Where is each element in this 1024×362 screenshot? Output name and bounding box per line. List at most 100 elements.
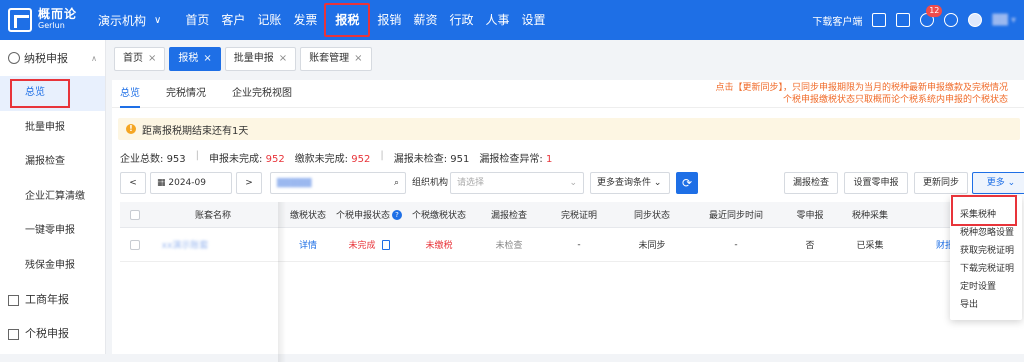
user-name[interactable]: ██ ▾ (992, 15, 1016, 26)
nav-payroll[interactable]: 薪资 (407, 6, 443, 34)
sidebar-section-annual-report[interactable]: 工商年报 (0, 283, 105, 317)
col-tax-collection: 税种采集 (851, 211, 888, 221)
stat-unfiled[interactable]: 952 (266, 154, 285, 165)
sync-button[interactable]: 更新同步 (914, 172, 968, 194)
org-select[interactable]: 请选择 ⌄ (450, 172, 584, 194)
col-sync-status: 同步状态 (633, 211, 670, 221)
stat-abnormal[interactable]: 1 (546, 154, 552, 165)
chevron-up-icon: ∧ (91, 53, 97, 63)
clipboard-icon[interactable] (896, 13, 911, 27)
nav-invoice[interactable]: 发票 (287, 6, 323, 34)
sidebar: 纳税申报 ∧ 总览 批量申报 漏报检查 企业汇算清缴 一键零申报 残保金申报 工… (0, 40, 106, 354)
scan-icon[interactable] (872, 13, 887, 27)
top-navbar: 概而论 Gerlun 演示机构 ∨ 首页 客户 记账 发票 报税 报销 薪资 行… (0, 0, 1024, 40)
subtab-overview[interactable]: 总览 (120, 80, 140, 108)
missing-check-button[interactable]: 漏报检查 (784, 172, 838, 194)
iit-payment-status: 未缴税 (425, 241, 453, 251)
nav-customers[interactable]: 客户 (215, 6, 251, 34)
sidebar-section-iit[interactable]: 个税申报 (0, 317, 105, 351)
tab-batch-filing[interactable]: 批量申报 × (224, 47, 297, 71)
filter-toolbar: < ▦ 2024-09 > ▇▇▇▇▇ ⌕ 组织机构 请选择 ⌄ 更多查询条件 ⌄ … (120, 172, 1024, 194)
search-icon: ⌕ (393, 178, 399, 188)
menu-item-ignore-settings[interactable]: 税种忽略设置 (950, 224, 1022, 242)
subtab-company-view[interactable]: 企业完税视图 (232, 80, 292, 108)
missing-check-status: 未检查 (495, 241, 523, 251)
nav-tax[interactable]: 报税 (324, 3, 371, 37)
sidebar-item-missing-check[interactable]: 漏报检查 (0, 145, 105, 180)
sidebar-group-label: 纳税申报 (24, 52, 68, 65)
close-icon[interactable]: × (203, 53, 211, 64)
alert-text: 距离报税期结束还有1天 (142, 125, 249, 137)
brand-logo[interactable]: 概而论 Gerlun (8, 8, 88, 32)
calendar-icon: ▦ (157, 178, 169, 188)
chevron-down-icon: ⌄ (1007, 178, 1016, 188)
ledger-table: 账套名称 缴税状态 个税申报状态? 个税缴税状态 漏报检查 完税证明 同步状态 … (120, 202, 1020, 362)
nav-bookkeeping[interactable]: 记账 (251, 6, 287, 34)
table-row[interactable]: xx演示账套 详情 未完成 未缴税 未检查 - 未同步 - 否 已采集 财报 (120, 228, 1020, 262)
more-button[interactable]: 更多 ⌄ (972, 172, 1024, 194)
prev-period-button[interactable]: < (120, 172, 146, 194)
close-icon[interactable]: × (148, 53, 156, 64)
period-picker[interactable]: ▦ 2024-09 (150, 172, 232, 194)
avatar[interactable] (968, 13, 983, 27)
tab-tax[interactable]: 报税 × (169, 47, 221, 71)
menu-item-export[interactable]: 导出 (950, 296, 1022, 314)
close-icon[interactable]: × (354, 53, 362, 64)
col-tax-proof: 完税证明 (560, 211, 597, 221)
sync-notice: 点击【更新同步】，只同步申报期限为当月的税种最新申报缴款及完税情况 个税申报缴税… (715, 83, 1008, 105)
col-iit-filing-status: 个税申报状态? (336, 202, 402, 227)
help-icon[interactable]: ? (392, 209, 402, 220)
sidebar-item-zero-filing[interactable]: 一键零申报 (0, 214, 105, 249)
tab-home[interactable]: 首页 × (114, 47, 166, 71)
sync-status: 未同步 (638, 241, 666, 251)
nav-admin[interactable]: 行政 (443, 6, 479, 34)
col-zero-filing: 零申报 (796, 211, 824, 221)
nav-hr[interactable]: 人事 (479, 6, 515, 34)
ledger-name[interactable]: xx演示账套 (150, 228, 220, 261)
sidebar-item-label: 一键零申报 (25, 225, 75, 236)
more-filters-button[interactable]: 更多查询条件 ⌄ (590, 172, 670, 194)
col-missing-check: 漏报检查 (490, 211, 527, 221)
select-all-checkbox[interactable] (130, 209, 140, 220)
bell-icon[interactable]: 12 (920, 5, 943, 27)
tab-ledger-management[interactable]: 账套管理 × (300, 47, 372, 71)
stat-unchecked[interactable]: 951 (450, 154, 469, 165)
sidebar-item-overview[interactable]: 总览 (0, 76, 105, 111)
document-icon[interactable] (381, 239, 390, 250)
notification-badge: 12 (926, 5, 943, 17)
refresh-icon: ⟳ (681, 176, 693, 190)
chevron-down-icon: ∨ (154, 14, 162, 26)
deadline-alert: ! 距离报税期结束还有1天 (118, 118, 1020, 140)
download-client-link[interactable]: 下载客户端 (812, 13, 862, 28)
chevron-down-icon: ⌄ (653, 178, 662, 188)
org-name: 演示机构 (98, 13, 147, 28)
brand-name: 概而论 (38, 7, 78, 21)
main-nav: 首页 客户 记账 发票 报税 报销 薪资 行政 人事 设置 (179, 0, 551, 40)
refresh-button[interactable]: ⟳ (676, 172, 698, 194)
main-panel: 总览 完税情况 企业完税视图 点击【更新同步】，只同步申报期限为当月的税种最新申… (112, 80, 1024, 362)
headset-icon[interactable] (944, 13, 959, 27)
menu-item-download-tax-proof[interactable]: 下载完税证明 (950, 260, 1022, 278)
table-header: 账套名称 缴税状态 个税申报状态? 个税缴税状态 漏报检查 完税证明 同步状态 … (120, 202, 1020, 228)
close-icon[interactable]: × (279, 53, 287, 64)
stat-unpaid[interactable]: 952 (351, 154, 370, 165)
last-sync-time: - (734, 239, 738, 250)
search-input[interactable]: ▇▇▇▇▇ ⌕ (270, 172, 406, 194)
menu-item-schedule-settings[interactable]: 定时设置 (950, 278, 1022, 296)
sidebar-item-annual-settlement[interactable]: 企业汇算清缴 (0, 180, 105, 215)
row-checkbox[interactable] (130, 239, 140, 250)
nav-settings[interactable]: 设置 (515, 6, 551, 34)
sidebar-group-tax-filing[interactable]: 纳税申报 ∧ (0, 40, 105, 76)
sidebar-item-disability-fund[interactable]: 残保金申报 (0, 249, 105, 284)
col-last-sync: 最近同步时间 (708, 211, 763, 221)
menu-item-get-tax-proof[interactable]: 获取完税证明 (950, 242, 1022, 260)
nav-home[interactable]: 首页 (179, 6, 215, 34)
tax-filing-icon (8, 52, 20, 64)
next-period-button[interactable]: > (236, 172, 262, 194)
sidebar-item-batch-filing[interactable]: 批量申报 (0, 111, 105, 146)
tax-detail-link[interactable]: 详情 (288, 228, 328, 261)
zero-filing-button[interactable]: 设置零申报 (844, 172, 908, 194)
nav-expense[interactable]: 报销 (371, 6, 407, 34)
subtab-tax-completion[interactable]: 完税情况 (166, 80, 206, 108)
org-switcher[interactable]: 演示机构 ∨ (98, 12, 161, 29)
